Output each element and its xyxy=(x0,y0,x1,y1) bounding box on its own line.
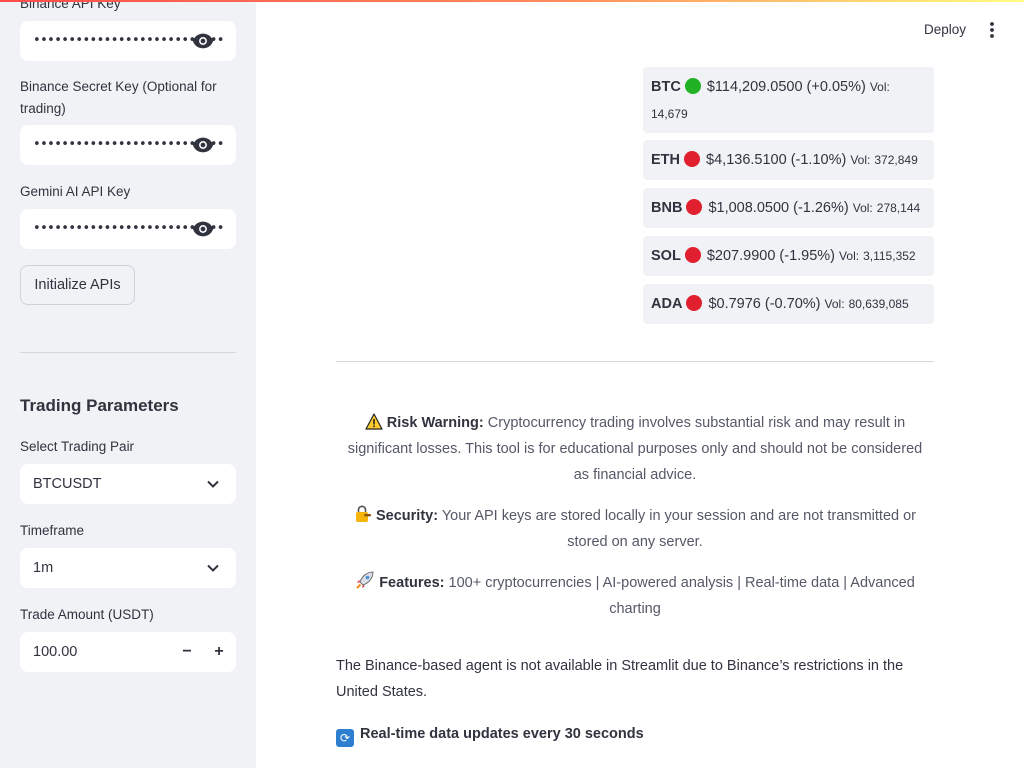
decrement-button[interactable]: − xyxy=(176,642,198,662)
sidebar-divider xyxy=(20,352,236,353)
deploy-button[interactable]: Deploy xyxy=(912,19,978,41)
binance-secret-key-label: Binance Secret Key (Optional for trading… xyxy=(20,79,217,116)
realtime-notice: ⟳ Real-time data updates every 30 seconds xyxy=(336,721,644,747)
status-down-indicator xyxy=(684,247,701,263)
gemini-api-key-input[interactable]: ••••••••••••••••••••••••••• xyxy=(20,209,236,249)
kebab-menu-icon[interactable] xyxy=(984,19,1000,41)
volume-value: 278,144 xyxy=(876,201,921,215)
binance-api-key-label: Binance API Key xyxy=(20,0,121,11)
features-title: Features: xyxy=(379,575,445,591)
coin-symbol: BTC xyxy=(651,79,681,95)
initialize-apis-button[interactable]: Initialize APIs xyxy=(20,265,135,305)
coin-price: $1,008.0500 (-1.26%) xyxy=(708,200,849,216)
trade-amount-input[interactable]: 100.00 − + xyxy=(20,632,236,672)
volume-label: Vol: xyxy=(869,80,890,94)
security-text: Your API keys are stored locally in your… xyxy=(438,508,916,550)
top-accent-bar xyxy=(0,0,1024,2)
status-up-indicator xyxy=(684,78,701,94)
volume-value: 14,679 xyxy=(651,107,688,121)
eye-icon[interactable] xyxy=(192,220,214,238)
volume-value: 80,639,085 xyxy=(848,297,909,311)
timeframe-select[interactable]: 1m xyxy=(20,548,236,588)
market-card-sol: SOL $207.9900 (-1.95%) Vol: 3,115,352 xyxy=(643,236,934,276)
gemini-api-key-label: Gemini AI API Key xyxy=(20,184,131,199)
market-card-ada: ADA $0.7976 (-0.70%) Vol: 80,639,085 xyxy=(643,284,934,324)
trade-amount-value: 100.00 xyxy=(33,644,78,660)
volume-label: Vol: xyxy=(839,249,860,263)
chevron-down-icon xyxy=(207,480,219,488)
trading-pair-select[interactable]: BTCUSDT xyxy=(20,464,236,504)
coin-price: $114,209.0500 (+0.05%) xyxy=(706,79,866,95)
increment-button[interactable]: + xyxy=(208,642,230,662)
lock-key-icon xyxy=(355,505,371,522)
status-down-indicator xyxy=(684,151,700,167)
availability-message: The Binance-based agent is not available… xyxy=(336,658,904,700)
volume-value: 3,115,352 xyxy=(863,249,916,263)
volume-label: Vol: xyxy=(850,153,871,167)
risk-warning-note: Risk Warning: Cryptocurrency trading inv… xyxy=(346,410,924,488)
refresh-icon: ⟳ xyxy=(336,729,354,747)
rocket-icon xyxy=(356,571,374,589)
coin-symbol: ADA xyxy=(651,296,683,312)
coin-price: $4,136.5100 (-1.10%) xyxy=(706,152,847,168)
status-down-indicator xyxy=(686,295,703,311)
warning-icon xyxy=(365,413,383,430)
trading-pair-label: Select Trading Pair xyxy=(20,439,135,454)
features-text: 100+ cryptocurrencies | AI-powered analy… xyxy=(444,575,915,617)
coin-price: $207.9900 (-1.95%) xyxy=(706,248,836,264)
binance-api-key-input[interactable]: ••••••••••••••••••••••••••• xyxy=(20,21,236,61)
eye-icon[interactable] xyxy=(192,32,214,50)
eye-icon[interactable] xyxy=(192,136,214,154)
trade-amount-label: Trade Amount (USDT) xyxy=(20,607,154,622)
coin-symbol: SOL xyxy=(651,248,681,264)
sidebar: Binance API Key ••••••••••••••••••••••••… xyxy=(0,0,256,768)
coin-symbol: BNB xyxy=(651,200,683,216)
market-card-eth: ETH $4,136.5100 (-1.10%) Vol: 372,849 xyxy=(643,140,934,180)
coin-price: $0.7976 (-0.70%) xyxy=(708,296,821,312)
main-divider xyxy=(336,361,934,362)
timeframe-label: Timeframe xyxy=(20,523,85,538)
risk-warning-title: Risk Warning: xyxy=(386,415,484,431)
volume-label: Vol: xyxy=(824,297,845,311)
status-down-indicator xyxy=(686,199,703,215)
security-note: Security: Your API keys are stored local… xyxy=(346,503,924,555)
market-card-bnb: BNB $1,008.0500 (-1.26%) Vol: 278,144 xyxy=(643,188,934,228)
volume-label: Vol: xyxy=(852,201,873,215)
market-card-btc: BTC $114,209.0500 (+0.05%) Vol: 14,679 xyxy=(643,67,934,133)
realtime-text: Real-time data updates every 30 seconds xyxy=(360,726,644,742)
binance-secret-key-input[interactable]: ••••••••••••••••••••••••••• xyxy=(20,125,236,165)
timeframe-value: 1m xyxy=(33,560,54,576)
security-title: Security: xyxy=(375,508,439,524)
coin-symbol: ETH xyxy=(651,152,680,168)
volume-value: 372,849 xyxy=(874,153,918,167)
trading-parameters-heading: Trading Parameters xyxy=(20,396,179,415)
chevron-down-icon xyxy=(207,564,219,572)
features-note: Features: 100+ cryptocurrencies | AI-pow… xyxy=(346,570,924,622)
trading-pair-value: BTCUSDT xyxy=(33,476,102,492)
